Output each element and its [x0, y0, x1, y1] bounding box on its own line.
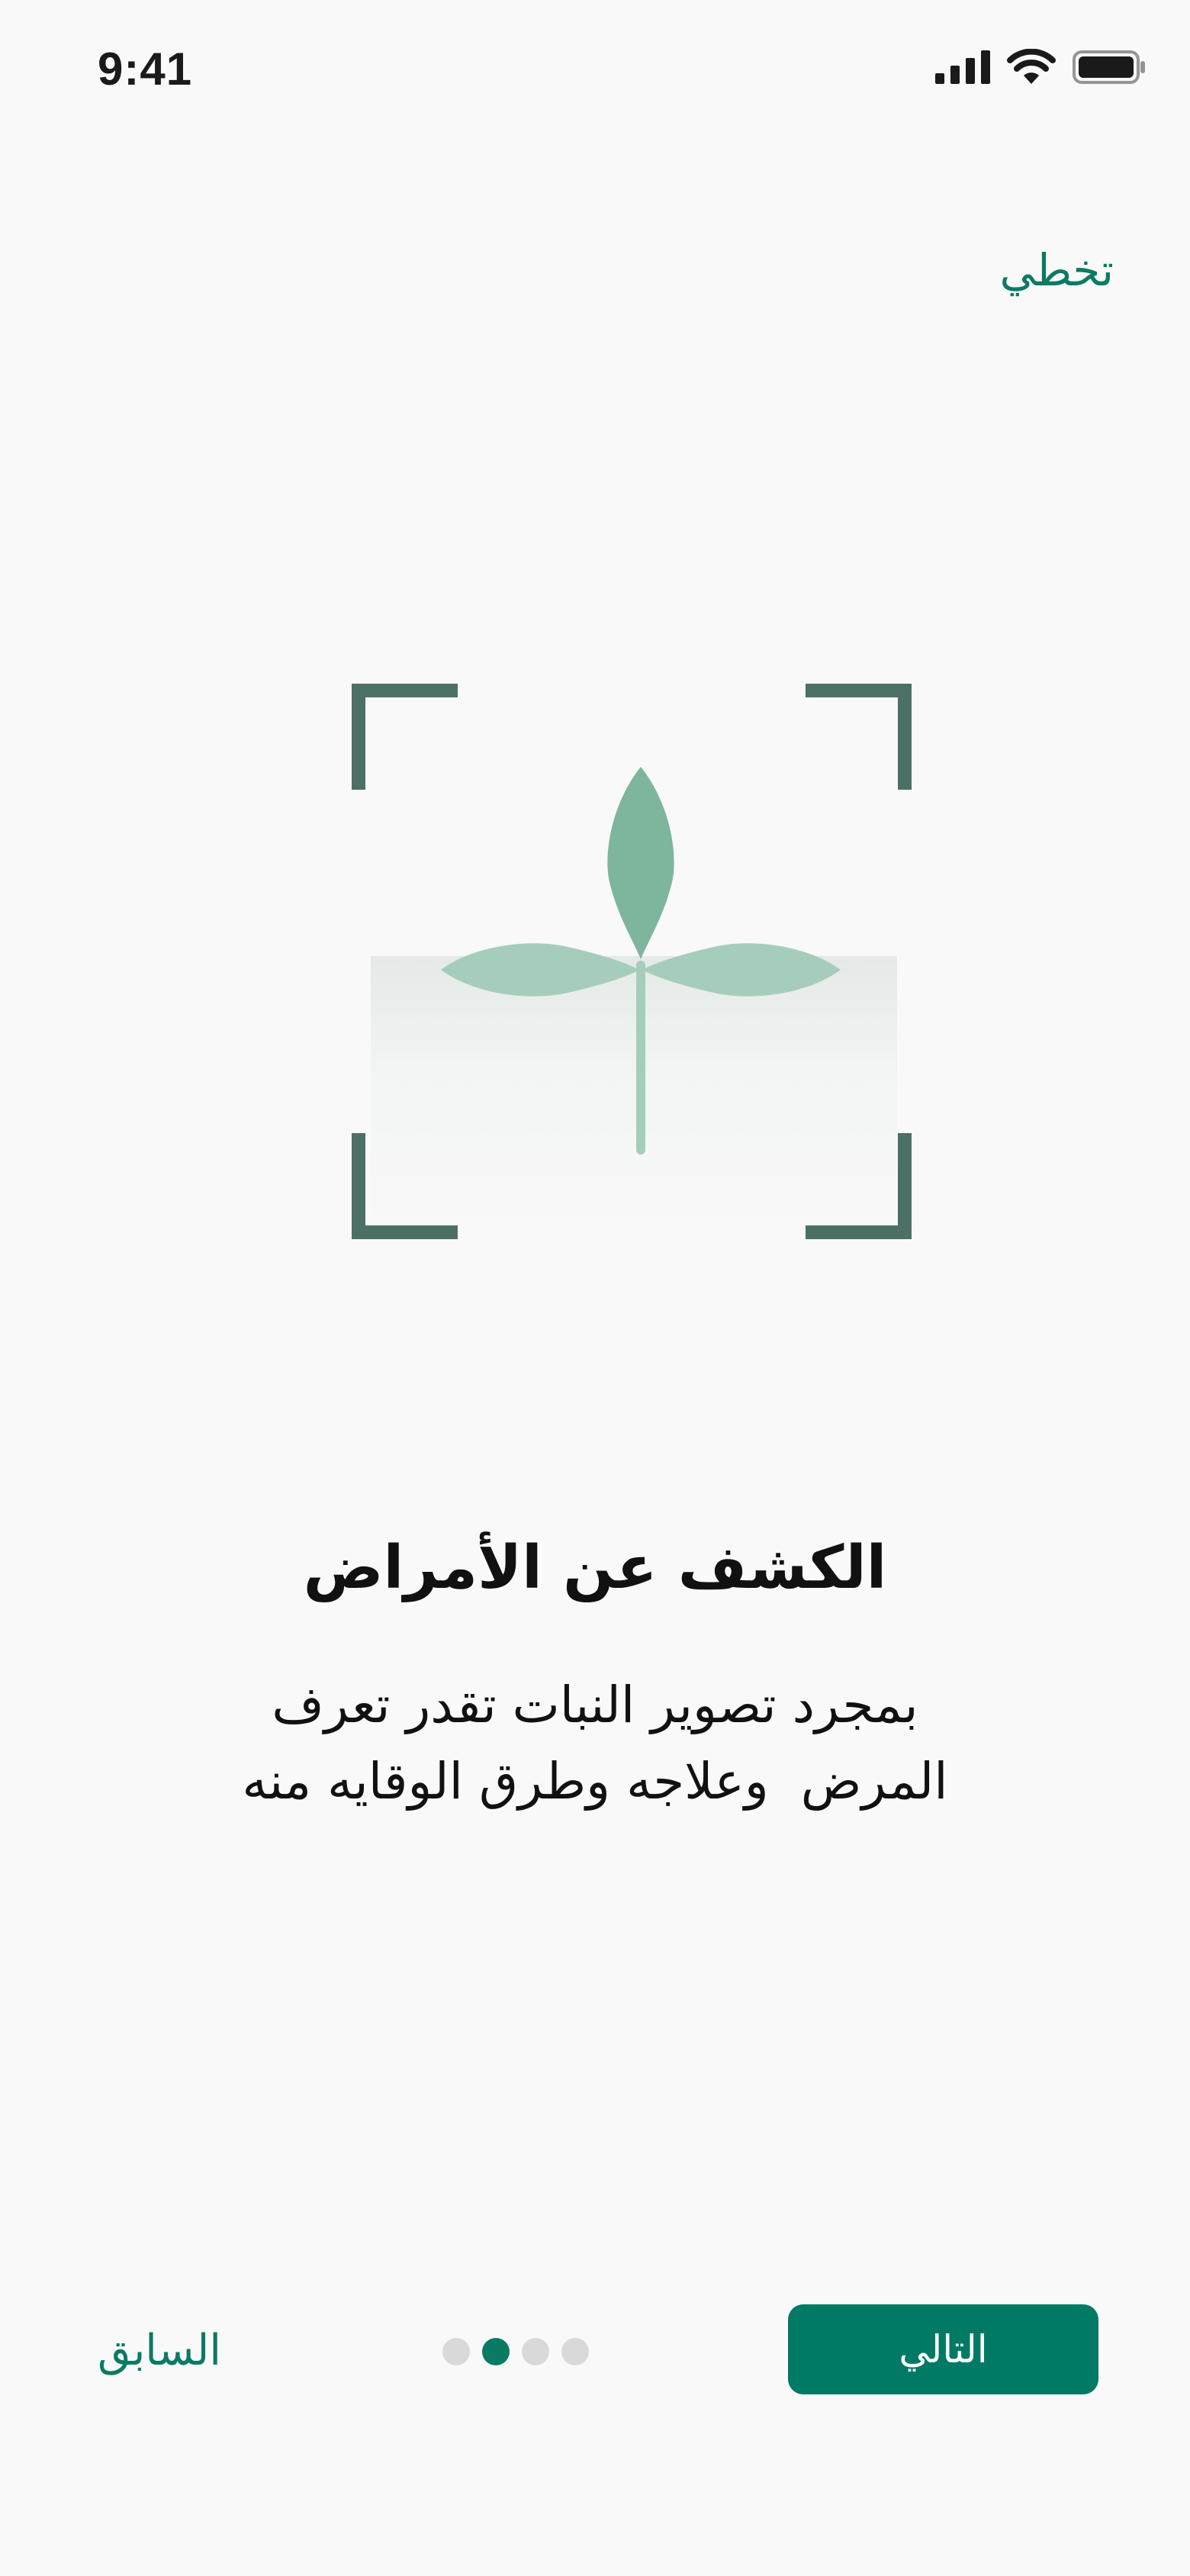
- wifi-icon: [1007, 49, 1056, 84]
- battery-icon: [1073, 50, 1145, 84]
- onboarding-description: بمجرد تصوير النبات تقدر تعرف المرض وعلاج…: [92, 1667, 1098, 1820]
- plant-scan-icon: [352, 684, 912, 1239]
- description-line-1: بمجرد تصوير النبات تقدر تعرف: [272, 1676, 918, 1734]
- status-icons: [935, 44, 1146, 90]
- page-dot-2-active[interactable]: [482, 2338, 510, 2365]
- page-dot-3[interactable]: [522, 2338, 549, 2365]
- description-line-2: المرض وعلاجه وطرق الوقايه منه: [242, 1752, 948, 1811]
- next-button[interactable]: التالي: [788, 2304, 1098, 2394]
- plant-scan-illustration: [351, 683, 912, 1240]
- page-indicator: [442, 2338, 589, 2365]
- previous-button[interactable]: السابق: [98, 2326, 221, 2375]
- page-dot-1[interactable]: [442, 2338, 470, 2365]
- skip-button[interactable]: تخطي: [999, 244, 1114, 296]
- status-time: 9:41: [98, 43, 193, 95]
- onboarding-title: الكشف عن الأمراض: [303, 1534, 887, 1602]
- onboarding-screen: 9:41 تخطي الكشف عن الأمراض بمجرد تصوير ا…: [0, 0, 1190, 2576]
- next-button-label: التالي: [899, 2327, 988, 2372]
- page-dot-4[interactable]: [561, 2338, 589, 2365]
- cellular-signal-icon: [935, 50, 990, 84]
